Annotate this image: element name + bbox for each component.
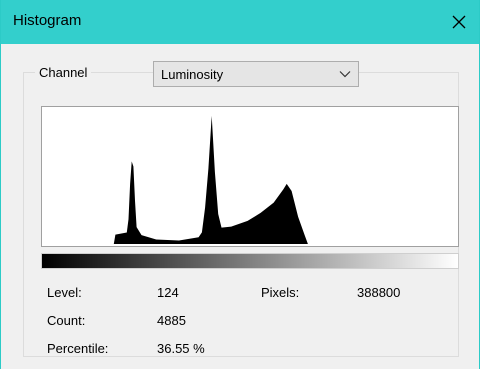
count-label: Count:: [47, 313, 86, 328]
channel-select-value: Luminosity: [161, 67, 224, 82]
level-value: 124: [157, 285, 179, 300]
channel-select[interactable]: Luminosity: [153, 61, 359, 87]
histogram-graph: [42, 115, 458, 245]
histogram-area: [42, 115, 458, 245]
chevron-down-icon: [339, 71, 351, 78]
pixels-label: Pixels:: [261, 285, 300, 300]
histogram-plot[interactable]: [41, 106, 459, 247]
close-button[interactable]: [439, 0, 479, 44]
title-bar[interactable]: Histogram: [1, 0, 479, 44]
percentile-value: 36.55 %: [157, 341, 205, 356]
channel-label: Channel: [35, 65, 92, 80]
level-label: Level:: [47, 285, 82, 300]
window-title: Histogram: [13, 12, 82, 29]
luminosity-gradient-bar: [41, 253, 459, 269]
pixels-value: 388800: [357, 285, 401, 300]
count-value: 4885: [157, 313, 186, 328]
histogram-dialog: Histogram Channel Luminosity Level: 124 …: [0, 0, 480, 369]
close-icon: [452, 15, 466, 29]
percentile-label: Percentile:: [47, 341, 109, 356]
